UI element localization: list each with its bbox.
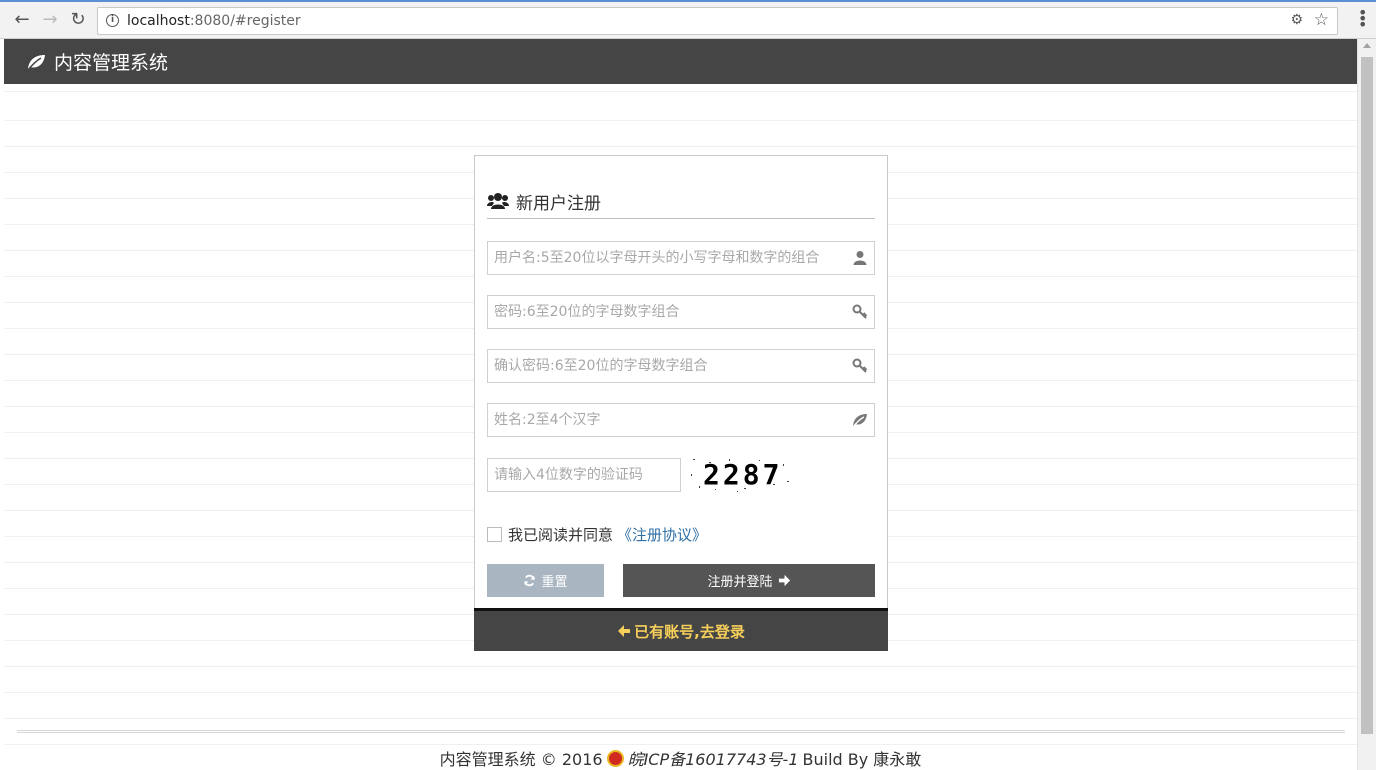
arrow-right-icon	[778, 574, 790, 587]
back-arrow-icon[interactable]: ←	[11, 9, 33, 31]
footer-divider	[17, 730, 1345, 733]
panel-title: 新用户注册	[516, 193, 601, 214]
reload-icon[interactable]: ↻	[67, 9, 89, 31]
saved-password-key-icon[interactable]: ⚙	[1290, 12, 1303, 28]
refresh-icon	[524, 574, 536, 587]
username-field	[487, 241, 875, 275]
go-to-login-link[interactable]: 已有账号,去登录	[474, 608, 888, 651]
submit-label: 注册并登陆	[707, 575, 773, 590]
captcha-input[interactable]	[488, 459, 680, 491]
leaf-icon	[27, 54, 45, 70]
login-link-text: 已有账号,去登录	[634, 622, 745, 641]
password-input[interactable]	[488, 296, 874, 328]
scroll-up-arrow-icon[interactable]	[1363, 43, 1371, 48]
captcha-code: 2287	[703, 458, 783, 491]
agreement-row: 我已阅读并同意 《注册协议》	[487, 524, 707, 545]
leaf-icon	[852, 414, 867, 428]
footer-build: Build By 康永敢	[802, 750, 922, 769]
key-icon	[852, 358, 868, 373]
browser-toolbar: ← → ↻ i localhost:8080/#register ⚙ ☆ • • •	[0, 0, 1376, 39]
confirm-password-input[interactable]	[488, 350, 874, 382]
address-bar[interactable]: i localhost:8080/#register ⚙ ☆	[97, 7, 1338, 35]
scrollbar-thumb[interactable]	[1361, 57, 1373, 734]
footer: 内容管理系统 © 2016 皖ICP备16017743号-1 Build By …	[4, 746, 1357, 770]
forward-arrow-icon[interactable]: →	[39, 9, 61, 31]
icp-record[interactable]: 皖ICP备16017743号-1	[628, 746, 799, 770]
agree-text: 我已阅读并同意	[508, 526, 614, 544]
agree-checkbox[interactable]	[487, 527, 502, 542]
name-field	[487, 403, 875, 437]
username-input[interactable]	[488, 242, 874, 274]
browser-menu-icon[interactable]: • • •	[1358, 5, 1367, 33]
arrow-left-icon	[618, 625, 631, 637]
footer-copyright: 内容管理系统 © 2016	[439, 750, 603, 769]
password-field	[487, 295, 875, 329]
brand[interactable]: 内容管理系统	[26, 48, 168, 75]
url-text: localhost:8080/#register	[127, 13, 301, 29]
bookmark-star-icon[interactable]: ☆	[1314, 10, 1329, 30]
reset-button[interactable]: 重置	[487, 564, 604, 597]
page-viewport: 内容管理系统 新用户注册 用户名:5至20位以字母开头的小写字母和数字的组合 姓…	[4, 39, 1357, 770]
captcha-field	[487, 458, 681, 492]
register-login-button[interactable]: 注册并登陆	[623, 564, 875, 597]
key-icon	[852, 304, 868, 319]
agreement-link[interactable]: 《注册协议》	[617, 524, 707, 545]
panel-header: 新用户注册	[487, 188, 875, 219]
user-icon	[853, 251, 867, 265]
reset-label: 重置	[541, 575, 568, 590]
name-input[interactable]	[488, 404, 874, 436]
vertical-scrollbar[interactable]	[1357, 39, 1376, 770]
police-emblem-icon	[606, 749, 624, 767]
captcha-image[interactable]: 2287	[689, 456, 793, 494]
info-icon[interactable]: i	[106, 14, 119, 27]
top-navbar: 内容管理系统	[4, 39, 1357, 84]
users-icon	[487, 193, 509, 209]
confirm-password-field	[487, 349, 875, 383]
brand-title: 内容管理系统	[54, 52, 169, 74]
register-panel: 新用户注册 用户名:5至20位以字母开头的小写字母和数字的组合 姓名:2至4个汉…	[474, 155, 888, 651]
